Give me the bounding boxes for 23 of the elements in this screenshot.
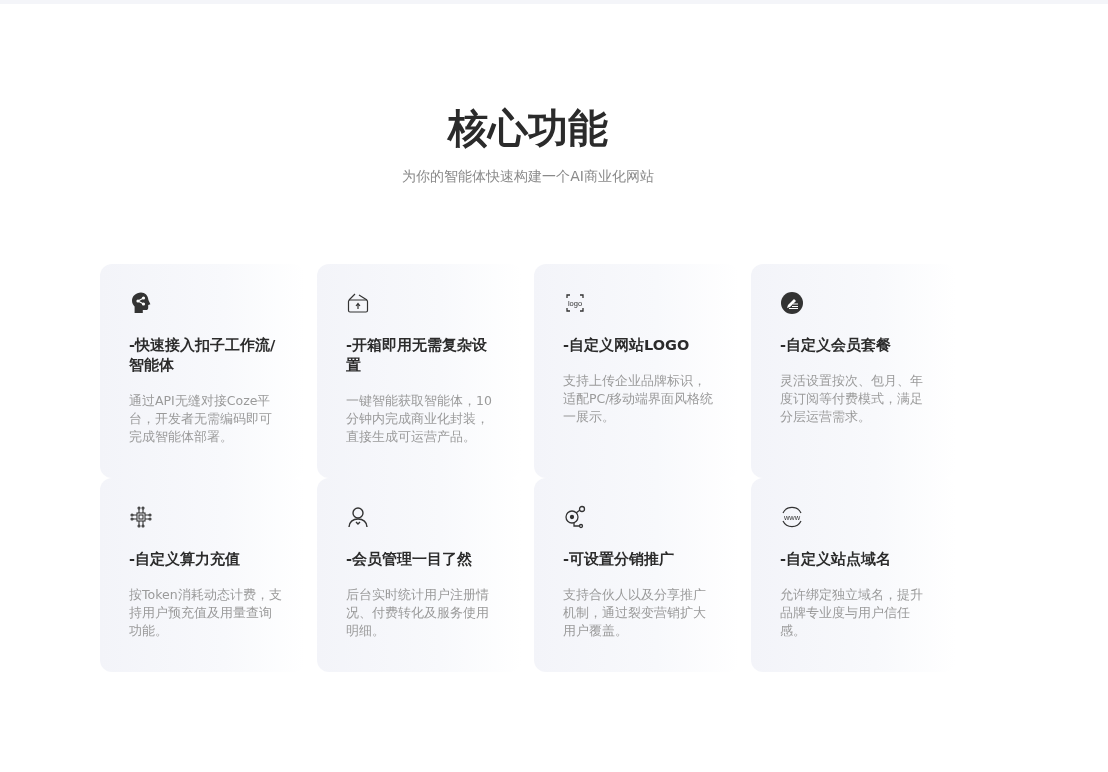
pen-circle-icon — [780, 291, 804, 315]
section-title: 核心功能 — [446, 104, 609, 153]
feature-title: -自定义站点域名 — [780, 550, 893, 569]
box-upload-icon — [346, 291, 370, 315]
feature-description: 灵活设置按次、包月、年度订阅等付费模式，满足分层运营需求。 — [780, 372, 924, 426]
share-nodes-icon — [563, 505, 587, 529]
feature-title: -自定义会员套餐 — [780, 336, 893, 355]
feature-description: 支持合伙人以及分享推广机制，通过裂变营销扩大用户覆盖。 — [563, 586, 707, 640]
section-subtitle: 为你的智能体快速构建一个AI商业化网站 — [401, 168, 655, 186]
feature-description: 一键智能获取智能体，10分钟内完成商业化封装，直接生成可运营产品。 — [346, 392, 493, 446]
feature-description: 允许绑定独立域名，提升品牌专业度与用户信任感。 — [780, 586, 924, 640]
feature-title: -自定义算力充值 — [129, 550, 242, 569]
feature-description: 通过API无缝对接Coze平台，开发者无需编码即可完成智能体部署。 — [129, 392, 273, 446]
feature-title: -开箱即用无需复杂设置 — [346, 336, 489, 375]
feature-title: -会员管理一目了然 — [346, 550, 474, 569]
feature-description: 后台实时统计用户注册情况、付费转化及服务使用明细。 — [346, 586, 490, 640]
user-icon — [346, 505, 370, 529]
feature-title: -可设置分销推广 — [563, 550, 676, 569]
feature-title: -快速接入扣子工作流/智能体 — [129, 336, 277, 375]
head-icon — [129, 291, 153, 315]
chip-icon — [129, 505, 153, 529]
feature-title: -自定义网站LOGO — [563, 336, 691, 355]
feature-description: 按Token消耗动态计费，支持用户预充值及用量查询功能。 — [129, 586, 283, 640]
